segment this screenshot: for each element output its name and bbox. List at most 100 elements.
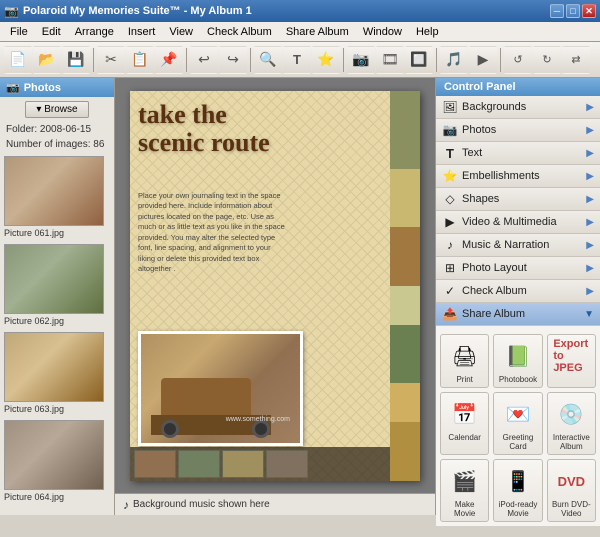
photobook-icon: 📗 [500, 338, 536, 374]
photo-thumb-061 [4, 156, 104, 226]
toolbar-sep-3 [250, 48, 251, 72]
toolbar-shape[interactable]: 🔲 [405, 46, 433, 74]
share-photobook[interactable]: 📗 Photobook [493, 334, 542, 388]
share-calendar[interactable]: 📅 Calendar [440, 392, 489, 455]
toolbar-sep-1 [93, 48, 94, 72]
menu-bar: File Edit Arrange Insert View Check Albu… [0, 22, 600, 42]
minimize-button[interactable]: ─ [550, 4, 564, 18]
toolbar-paste[interactable]: 📌 [155, 46, 183, 74]
list-item[interactable]: Picture 063.jpg [4, 332, 110, 414]
share-album-section: 🖨 Print 📗 Photobook Exportto JPEG 📅 Cale… [436, 326, 600, 526]
menu-edit[interactable]: Edit [36, 24, 67, 40]
app-icon: 📷 [4, 4, 19, 18]
greeting-card-label: Greeting Card [497, 433, 538, 451]
text-cp-label: Text [462, 147, 482, 159]
close-button[interactable]: ✕ [582, 4, 596, 18]
toolbar-sep-6 [500, 48, 501, 72]
toolbar-undo[interactable]: ↩ [190, 46, 218, 74]
menu-file[interactable]: File [4, 24, 34, 40]
check-album-label: Check Album [462, 285, 527, 297]
toolbar-rotate-left[interactable]: ↺ [504, 46, 532, 74]
menu-share-album[interactable]: Share Album [280, 24, 355, 40]
left-panel: 📷 Photos ▾ Browse Folder: 2008-06-15 Num… [0, 78, 115, 515]
list-item[interactable]: Picture 062.jpg [4, 244, 110, 326]
app-title: Polaroid My Memories Suite™ - My Album 1 [23, 5, 252, 17]
menu-insert[interactable]: Insert [122, 24, 162, 40]
toolbar-cut[interactable]: ✂ [97, 46, 125, 74]
video-arrow: ▶ [586, 217, 594, 228]
check-album-arrow: ▶ [586, 286, 594, 297]
dvd-label: Burn DVD-Video [551, 500, 592, 518]
menu-arrange[interactable]: Arrange [69, 24, 120, 40]
control-panel-header: Control Panel [436, 78, 600, 96]
toolbar-open[interactable]: 📂 [33, 46, 61, 74]
photos-panel-title: Photos [24, 82, 61, 94]
toolbar-film[interactable]: 🎞 [376, 46, 404, 74]
backgrounds-label: Backgrounds [462, 101, 526, 113]
photo-layout-label: Photo Layout [462, 262, 527, 274]
shapes-arrow: ▶ [586, 194, 594, 205]
embellishments-label: Embellishments [462, 170, 540, 182]
share-export-jpeg[interactable]: Exportto JPEG [547, 334, 596, 388]
cp-photo-layout[interactable]: ⊞ Photo Layout ▶ [436, 257, 600, 280]
calendar-icon: 📅 [447, 396, 483, 432]
menu-view[interactable]: View [163, 24, 199, 40]
interactive-album-label: Interactive Album [551, 433, 592, 451]
toolbar-zoom[interactable]: 🔍 [254, 46, 282, 74]
cp-share-album[interactable]: 📤 Share Album ▼ [436, 303, 600, 326]
toolbar-music[interactable]: 🎵 [440, 46, 468, 74]
video-label: Video & Multimedia [462, 216, 557, 228]
photo-layout-icon: ⊞ [442, 260, 458, 276]
music-arrow: ▶ [586, 240, 594, 251]
title-bar: 📷 Polaroid My Memories Suite™ - My Album… [0, 0, 600, 22]
toolbar-flip[interactable]: ⇄ [562, 46, 590, 74]
browse-button[interactable]: ▾ Browse [25, 101, 88, 118]
cp-shapes[interactable]: ◇ Shapes ▶ [436, 188, 600, 211]
cp-backgrounds[interactable]: 🖼 Backgrounds ▶ [436, 96, 600, 119]
maximize-button[interactable]: □ [566, 4, 580, 18]
share-make-movie[interactable]: 🎬 Make Movie [440, 459, 489, 522]
list-item[interactable]: Picture 064.jpg [4, 420, 110, 502]
folder-label: Folder: 2008-06-15 [0, 122, 114, 137]
music-cp-icon: ♪ [442, 237, 458, 253]
photos-cp-arrow: ▶ [586, 125, 594, 136]
share-ipod-movie[interactable]: 📱 iPod-ready Movie [493, 459, 542, 522]
album-page: take the scenic route Place your own jou… [130, 91, 420, 481]
toolbar-redo[interactable]: ↪ [219, 46, 247, 74]
list-item[interactable]: Picture 061.jpg [4, 156, 110, 238]
toolbar-sep-4 [343, 48, 344, 72]
photos-cp-label: Photos [462, 124, 496, 136]
page-title: take the scenic route [138, 101, 338, 158]
menu-check-album[interactable]: Check Album [201, 24, 278, 40]
photos-cp-icon: 📷 [442, 122, 458, 138]
share-album-icon: 📤 [442, 306, 458, 322]
toolbar-rotate-right[interactable]: ↻ [533, 46, 561, 74]
menu-window[interactable]: Window [357, 24, 408, 40]
menu-help[interactable]: Help [410, 24, 445, 40]
photo-label-062: Picture 062.jpg [4, 316, 110, 326]
status-bar: ♪ Background music shown here [115, 493, 435, 515]
share-burn-dvd[interactable]: DVD Burn DVD-Video [547, 459, 596, 522]
cp-video[interactable]: ▶ Video & Multimedia ▶ [436, 211, 600, 234]
cp-music[interactable]: ♪ Music & Narration ▶ [436, 234, 600, 257]
toolbar-video[interactable]: ▶ [469, 46, 497, 74]
interactive-album-icon: 💿 [553, 396, 589, 432]
share-greeting-card[interactable]: 💌 Greeting Card [493, 392, 542, 455]
toolbar-copy[interactable]: 📋 [126, 46, 154, 74]
cp-embellishments[interactable]: ⭐ Embellishments ▶ [436, 165, 600, 188]
cp-check-album[interactable]: ✓ Check Album ▶ [436, 280, 600, 303]
toolbar-save[interactable]: 💾 [62, 46, 90, 74]
canvas-area[interactable]: take the scenic route Place your own jou… [115, 78, 435, 493]
journal-text[interactable]: Place your own journaling text in the sp… [138, 191, 288, 275]
share-interactive-album[interactable]: 💿 Interactive Album [547, 392, 596, 455]
toolbar-new[interactable]: 📄 [4, 46, 32, 74]
film-frame [134, 450, 176, 478]
toolbar-photo[interactable]: 📷 [347, 46, 375, 74]
share-album-label: Share Album [462, 308, 525, 320]
cp-photos[interactable]: 📷 Photos ▶ [436, 119, 600, 142]
status-text: Background music shown here [133, 499, 270, 510]
share-print[interactable]: 🖨 Print [440, 334, 489, 388]
toolbar-text[interactable]: T [283, 46, 311, 74]
toolbar-embellish[interactable]: ⭐ [312, 46, 340, 74]
cp-text[interactable]: T Text ▶ [436, 142, 600, 165]
